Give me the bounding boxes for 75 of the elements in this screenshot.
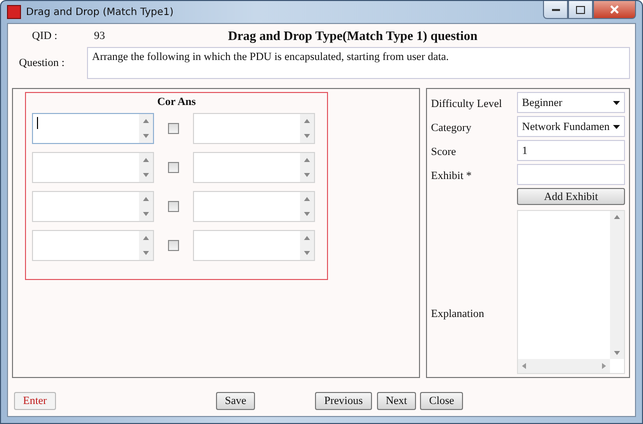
input-field[interactable] (517, 164, 625, 185)
scroll-bar[interactable] (300, 231, 314, 260)
down-arrow-icon[interactable] (143, 250, 149, 255)
up-arrow-icon[interactable] (143, 197, 149, 202)
dropdown-arrow-icon (613, 100, 620, 104)
field-label: Category (431, 122, 472, 134)
up-arrow-icon[interactable] (304, 236, 310, 240)
question-label: Question : (18, 57, 66, 69)
down-arrow-icon[interactable] (614, 351, 620, 355)
maximize-icon (576, 6, 585, 14)
down-arrow-icon[interactable] (304, 172, 310, 177)
text-field[interactable] (32, 230, 154, 261)
down-arrow-icon[interactable] (143, 134, 149, 138)
question-field[interactable]: Arrange the following in which the PDU is encapsulated, starting from user data. (87, 47, 630, 79)
text-field[interactable] (32, 191, 154, 222)
maximize-button[interactable] (568, 1, 593, 19)
checkbox[interactable] (168, 162, 179, 173)
horizontal-scroll-bar[interactable] (518, 359, 610, 373)
left-arrow-icon[interactable] (522, 363, 526, 369)
text-field[interactable] (193, 230, 315, 261)
qid-label: QID : (31, 30, 58, 42)
dropdown-arrow-icon (613, 124, 620, 128)
checkbox[interactable] (168, 201, 179, 212)
up-arrow-icon[interactable] (304, 197, 310, 202)
up-arrow-icon[interactable] (614, 215, 620, 219)
close-icon (610, 5, 619, 14)
enter-button[interactable]: Enter (14, 392, 56, 410)
scroll-bar[interactable] (139, 192, 153, 221)
field-label: Score (431, 146, 456, 158)
add-exhibit-button[interactable]: Add Exhibit (517, 188, 625, 205)
explanation-field[interactable] (517, 210, 625, 374)
scroll-bar[interactable] (300, 153, 314, 182)
up-arrow-icon[interactable] (143, 236, 149, 240)
scroll-bar[interactable] (300, 114, 314, 143)
close-button[interactable] (593, 1, 636, 19)
dialog-button[interactable]: Close (420, 392, 464, 410)
dialog-button[interactable]: Save (216, 392, 256, 410)
text-field[interactable] (193, 191, 315, 222)
right-arrow-icon[interactable] (602, 363, 606, 369)
text-cursor (37, 117, 38, 129)
dialog-heading: Drag and Drop Type(Match Type 1) question (228, 28, 478, 44)
dialog-button[interactable]: Previous (315, 392, 372, 410)
dialog-button[interactable]: Next (376, 392, 416, 410)
field-label: Exhibit * (431, 170, 472, 182)
qid-value: 93 (93, 30, 106, 42)
text-field[interactable] (32, 152, 154, 183)
down-arrow-icon[interactable] (304, 134, 310, 138)
explanation-label: Explanation (431, 308, 484, 320)
window-title: Drag and Drop (Match Type1) (26, 6, 174, 18)
text-field[interactable] (32, 113, 154, 144)
minimize-icon (552, 8, 560, 11)
up-arrow-icon[interactable] (143, 119, 149, 124)
down-arrow-icon[interactable] (143, 172, 149, 177)
up-arrow-icon[interactable] (304, 158, 310, 162)
down-arrow-icon[interactable] (304, 250, 310, 255)
scroll-bar[interactable] (139, 114, 153, 143)
up-arrow-icon[interactable] (143, 158, 149, 162)
checkbox[interactable] (168, 123, 179, 134)
text-field[interactable] (193, 113, 315, 144)
text-field[interactable] (193, 152, 315, 183)
scroll-bar[interactable] (139, 153, 153, 182)
minimize-button[interactable] (543, 1, 568, 19)
scroll-bar[interactable] (139, 231, 153, 260)
dropdown[interactable]: Beginner (517, 92, 625, 113)
dropdown[interactable]: Network Fundamen (517, 116, 625, 137)
down-arrow-icon[interactable] (143, 212, 149, 216)
cor-ans-label: Cor Ans (157, 96, 196, 108)
input-field[interactable]: 1 (517, 140, 625, 161)
scroll-bar[interactable] (300, 192, 314, 221)
app-icon (7, 5, 21, 19)
down-arrow-icon[interactable] (304, 212, 310, 216)
vertical-scroll-bar[interactable] (610, 211, 624, 359)
checkbox[interactable] (168, 240, 179, 251)
field-label: Difficulty Level (431, 98, 502, 110)
up-arrow-icon[interactable] (304, 119, 310, 124)
